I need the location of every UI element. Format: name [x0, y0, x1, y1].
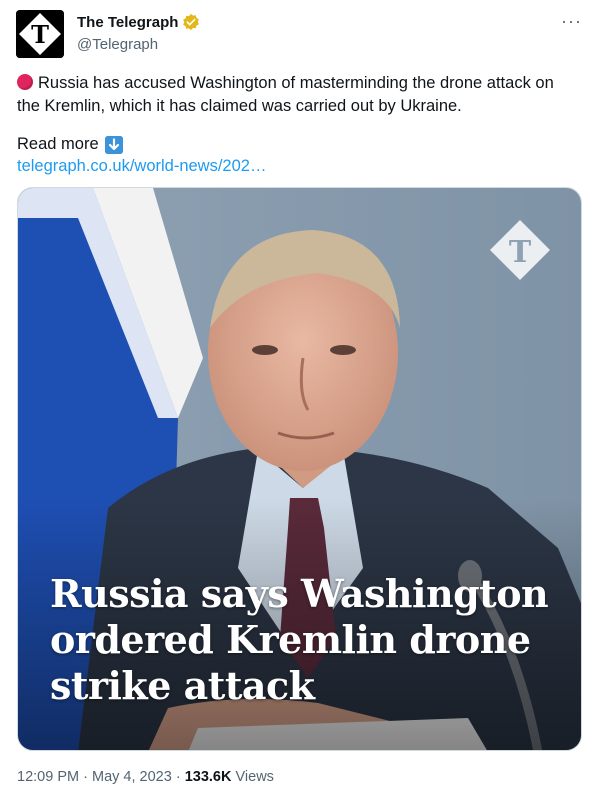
tweet-body: Russia has accused Washington of masterm… [17, 74, 554, 115]
tweet-meta: 12:09 PM · May 4, 2023 · 133.6K Views [17, 769, 274, 785]
red-circle-icon [17, 74, 33, 90]
svg-text:T: T [509, 235, 532, 270]
avatar[interactable]: T [16, 10, 64, 58]
telegraph-watermark-icon: T [488, 218, 552, 282]
account-handle[interactable]: @Telegraph [77, 36, 158, 53]
more-options-icon[interactable]: ··· [561, 12, 581, 34]
views-count[interactable]: 133.6K [185, 769, 232, 785]
account-name-row[interactable]: The Telegraph [77, 13, 200, 31]
tweet-date[interactable]: May 4, 2023 [92, 769, 172, 785]
read-more-label: Read more [17, 135, 99, 153]
tweet-time[interactable]: 12:09 PM [17, 769, 79, 785]
meta-separator: · [83, 769, 88, 785]
verified-badge-icon [182, 13, 200, 31]
meta-separator-2: · [175, 769, 181, 785]
article-link[interactable]: telegraph.co.uk/world-news/202… [17, 155, 266, 178]
views-label: Views [235, 769, 274, 785]
article-image-card[interactable]: T Russia says Washington ordered Kremlin… [17, 187, 582, 751]
svg-text:T: T [31, 20, 49, 49]
down-arrow-icon [104, 135, 123, 154]
image-headline: Russia says Washington ordered Kremlin d… [50, 571, 549, 708]
tweet-text: Russia has accused Washington of masterm… [17, 72, 577, 118]
telegraph-logo-icon: T [16, 10, 64, 58]
display-name[interactable]: The Telegraph [77, 14, 178, 31]
read-more-row: Read more [17, 133, 123, 156]
